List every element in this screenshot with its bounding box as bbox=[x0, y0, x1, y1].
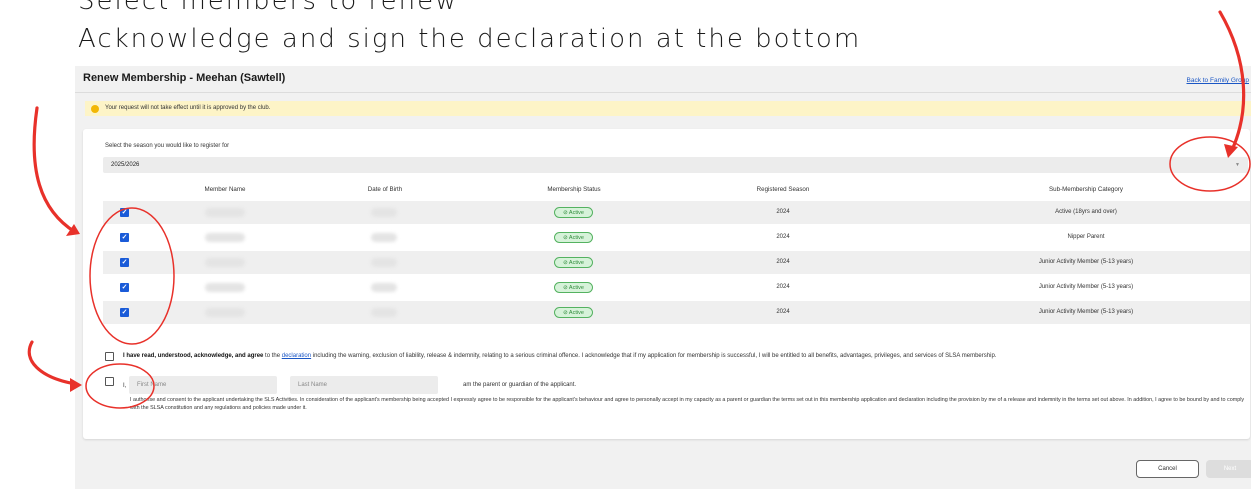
season-label: Select the season you would like to regi… bbox=[105, 143, 230, 149]
back-to-family-group-link[interactable]: Back to Family Group bbox=[1187, 77, 1250, 84]
redacted-member-name bbox=[205, 283, 245, 292]
guardian-i-label: I, bbox=[123, 383, 127, 389]
redacted-date-of-birth bbox=[371, 208, 397, 217]
declaration-rest: including the warning, exclusion of liab… bbox=[312, 353, 997, 359]
declaration-to-the: to the bbox=[265, 353, 281, 359]
renewal-card: Select the season you would like to regi… bbox=[83, 129, 1250, 439]
status-badge: ⊘ Active bbox=[554, 207, 593, 218]
annotation-arrow-checkboxes bbox=[32, 106, 77, 234]
table-row: ✓ ⊘ Active 2024 Active (18yrs and over) bbox=[103, 201, 1250, 224]
redacted-date-of-birth bbox=[371, 283, 397, 292]
table-row: ✓ ⊘ Active 2024 Junior Activity Member (… bbox=[103, 301, 1250, 324]
table-row: ✓ ⊘ Active 2024 Nipper Parent bbox=[103, 226, 1250, 249]
registered-season: 2024 bbox=[776, 209, 790, 215]
redacted-date-of-birth bbox=[371, 308, 397, 317]
first-name-field[interactable]: First Name bbox=[129, 376, 277, 394]
last-name-field[interactable]: Last Name bbox=[290, 376, 438, 394]
next-button[interactable]: Next bbox=[1206, 460, 1251, 478]
member-checkbox[interactable]: ✓ bbox=[120, 208, 129, 217]
column-header-dob: Date of Birth bbox=[367, 186, 403, 193]
annotation-arrow-guardian bbox=[27, 340, 78, 386]
table-row: ✓ ⊘ Active 2024 Junior Activity Member (… bbox=[103, 251, 1250, 274]
page-title: Renew Membership - Meehan (Sawtell) bbox=[83, 72, 286, 84]
sub-membership-category: Active (18yrs and over) bbox=[1055, 209, 1117, 215]
redacted-member-name bbox=[205, 258, 245, 267]
member-checkbox[interactable]: ✓ bbox=[120, 258, 129, 267]
registered-season: 2024 bbox=[776, 309, 790, 315]
declaration-checkbox[interactable] bbox=[105, 352, 114, 361]
member-checkbox[interactable]: ✓ bbox=[120, 233, 129, 242]
declaration-link[interactable]: declaration bbox=[282, 353, 311, 359]
redacted-member-name bbox=[205, 308, 245, 317]
registered-season: 2024 bbox=[776, 284, 790, 290]
column-header-member-name: Member Name bbox=[204, 186, 246, 193]
cancel-button[interactable]: Cancel bbox=[1136, 460, 1199, 478]
column-header-status: Membership Status bbox=[547, 186, 601, 193]
registered-season: 2024 bbox=[776, 234, 790, 240]
member-checkbox[interactable]: ✓ bbox=[120, 283, 129, 292]
sub-membership-category: Nipper Parent bbox=[1067, 234, 1105, 240]
redacted-member-name bbox=[205, 233, 245, 242]
sub-membership-category: Junior Activity Member (5-13 years) bbox=[1038, 259, 1134, 265]
instruction-line-1: Select members to renew bbox=[78, 0, 459, 16]
status-badge: ⊘ Active bbox=[554, 232, 593, 243]
guardian-statement: am the parent or guardian of the applica… bbox=[463, 382, 577, 388]
notice-text: Your request will not take effect until … bbox=[105, 105, 271, 111]
renew-membership-page: Renew Membership - Meehan (Sawtell) Back… bbox=[75, 66, 1251, 489]
column-header-season: Registered Season bbox=[756, 186, 810, 193]
guardian-checkbox[interactable] bbox=[105, 377, 114, 386]
header-divider bbox=[75, 92, 1251, 93]
status-badge: ⊘ Active bbox=[554, 257, 593, 268]
chevron-down-icon: ▼ bbox=[1235, 162, 1240, 168]
sub-membership-category: Junior Activity Member (5-13 years) bbox=[1038, 309, 1134, 315]
redacted-date-of-birth bbox=[371, 258, 397, 267]
redacted-member-name bbox=[205, 208, 245, 217]
consent-text: I authorise and consent to the applicant… bbox=[130, 397, 1245, 411]
declaration-text: I have read, understood, acknowledge, an… bbox=[123, 353, 996, 359]
approval-notice: Your request will not take effect until … bbox=[85, 101, 1251, 116]
warning-icon bbox=[91, 104, 99, 113]
table-row: ✓ ⊘ Active 2024 Junior Activity Member (… bbox=[103, 276, 1250, 299]
status-badge: ⊘ Active bbox=[554, 307, 593, 318]
member-checkbox[interactable]: ✓ bbox=[120, 308, 129, 317]
season-select-value: 2025/2026 bbox=[111, 162, 140, 168]
column-header-sub-category: Sub-Membership Category bbox=[1049, 186, 1123, 193]
registered-season: 2024 bbox=[776, 259, 790, 265]
declaration-bold-text: I have read, understood, acknowledge, an… bbox=[123, 353, 264, 359]
season-select[interactable]: 2025/2026 ▼ bbox=[103, 157, 1248, 173]
sub-membership-category: Junior Activity Member (5-13 years) bbox=[1038, 284, 1134, 290]
status-badge: ⊘ Active bbox=[554, 282, 593, 293]
instruction-line-2: Acknowledge and sign the declaration at … bbox=[78, 24, 862, 54]
redacted-date-of-birth bbox=[371, 233, 397, 242]
